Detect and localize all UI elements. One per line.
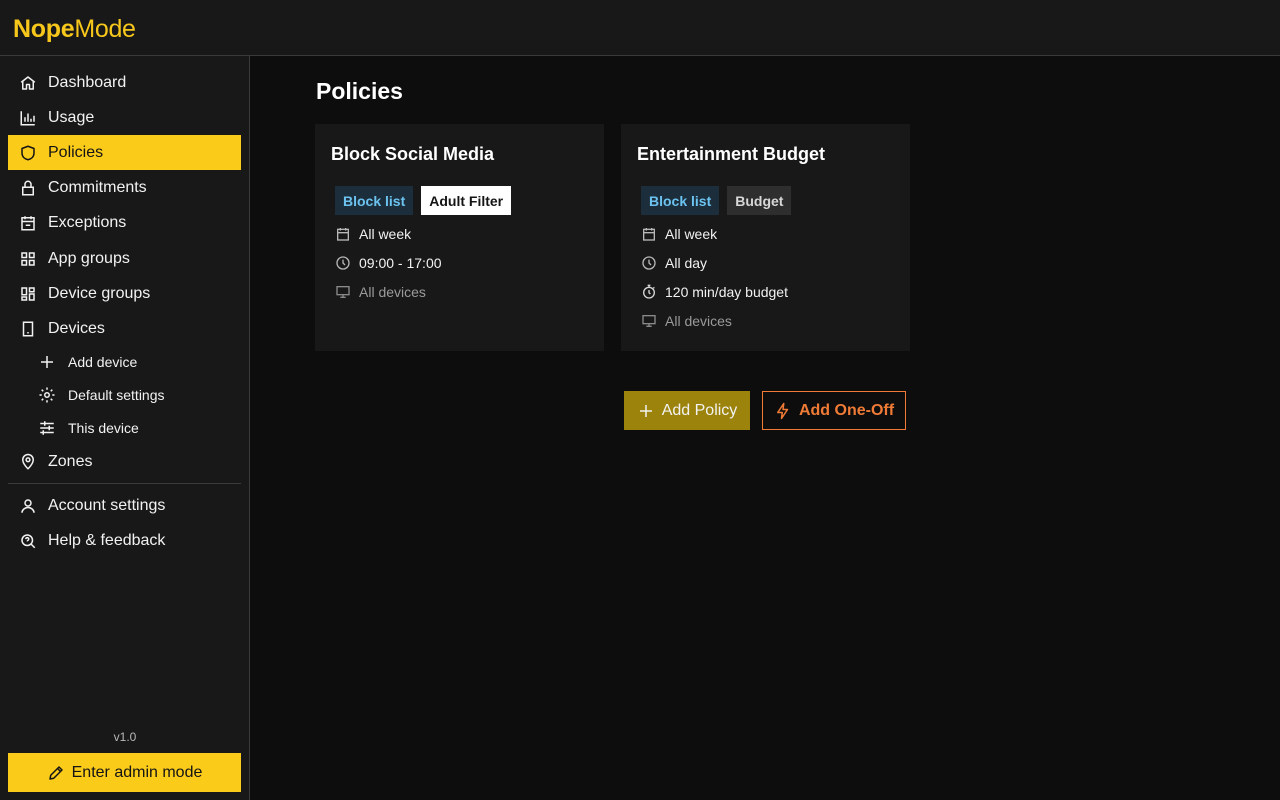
enter-admin-mode-button[interactable]: Enter admin mode (8, 753, 241, 792)
sidebar-item-help-feedback[interactable]: Help & feedback (8, 523, 241, 558)
lock-icon (19, 179, 37, 197)
sidebar-item-dashboard[interactable]: Dashboard (8, 65, 241, 100)
policy-time: 09:00 - 17:00 (335, 255, 442, 271)
help-chat-icon (19, 532, 37, 550)
gear-icon (38, 386, 56, 404)
sidebar-divider (8, 483, 241, 484)
policy-devices: All devices (641, 313, 732, 329)
clock-icon (641, 255, 657, 271)
policy-devices: All devices (335, 284, 426, 300)
sidebar: Dashboard Usage Policies Commitments Exc… (0, 56, 250, 800)
policy-tags: Block list Budget (641, 186, 792, 215)
layout-icon (19, 285, 37, 303)
sidebar-item-device-groups[interactable]: Device groups (8, 276, 241, 311)
calendar-icon (335, 226, 351, 242)
sidebar-item-usage[interactable]: Usage (8, 100, 241, 135)
version-label: v1.0 (113, 730, 137, 744)
lightning-icon (774, 402, 792, 420)
app-logo[interactable]: NopeMode (13, 14, 136, 44)
add-policy-button[interactable]: Add Policy (624, 391, 750, 430)
sidebar-subitem-this-device[interactable]: This device (38, 413, 241, 443)
stopwatch-icon (641, 284, 657, 300)
sliders-icon (38, 419, 56, 437)
sidebar-item-commitments[interactable]: Commitments (8, 170, 241, 205)
policy-budget: 120 min/day budget (641, 284, 788, 300)
policy-time: All day (641, 255, 707, 271)
tag-block-list: Block list (641, 186, 720, 215)
policy-schedule: All week (335, 226, 411, 242)
sidebar-item-zones[interactable]: Zones (8, 444, 241, 479)
pencil-icon (47, 764, 65, 782)
sidebar-item-devices[interactable]: Devices (8, 311, 241, 346)
sidebar-item-app-groups[interactable]: App groups (8, 241, 241, 276)
bar-chart-icon (19, 109, 37, 127)
sidebar-subitem-add-device[interactable]: Add device (38, 347, 241, 377)
calendar-icon (641, 226, 657, 242)
top-bar: NopeMode (0, 0, 1280, 56)
clock-icon (335, 255, 351, 271)
sidebar-item-account-settings[interactable]: Account settings (8, 488, 241, 523)
policy-card-title: Block Social Media (331, 144, 495, 164)
calendar-icon (19, 214, 37, 232)
home-icon (19, 74, 37, 92)
add-one-off-button[interactable]: Add One-Off (762, 391, 906, 430)
sidebar-subitem-default-settings[interactable]: Default settings (38, 380, 241, 410)
sidebar-item-policies[interactable]: Policies (8, 135, 241, 170)
policy-card-entertainment-budget[interactable]: Entertainment Budget Block list Budget A… (621, 124, 910, 351)
sidebar-item-exceptions[interactable]: Exceptions (8, 205, 241, 240)
plus-icon (38, 353, 56, 371)
policy-card-title: Entertainment Budget (637, 144, 826, 164)
tag-budget: Budget (727, 186, 792, 215)
user-icon (19, 497, 37, 515)
grid-icon (19, 250, 37, 268)
policy-schedule: All week (641, 226, 717, 242)
map-pin-icon (19, 453, 37, 471)
monitor-icon (641, 313, 657, 329)
policy-card-block-social-media[interactable]: Block Social Media Block list Adult Filt… (315, 124, 604, 351)
monitor-icon (335, 284, 351, 300)
shield-icon (19, 144, 37, 162)
page-title: Policies (316, 78, 403, 104)
phone-icon (19, 320, 37, 338)
plus-icon (637, 402, 655, 420)
tag-adult-filter: Adult Filter (421, 186, 512, 215)
tag-block-list: Block list (335, 186, 414, 215)
policy-tags: Block list Adult Filter (335, 186, 512, 215)
